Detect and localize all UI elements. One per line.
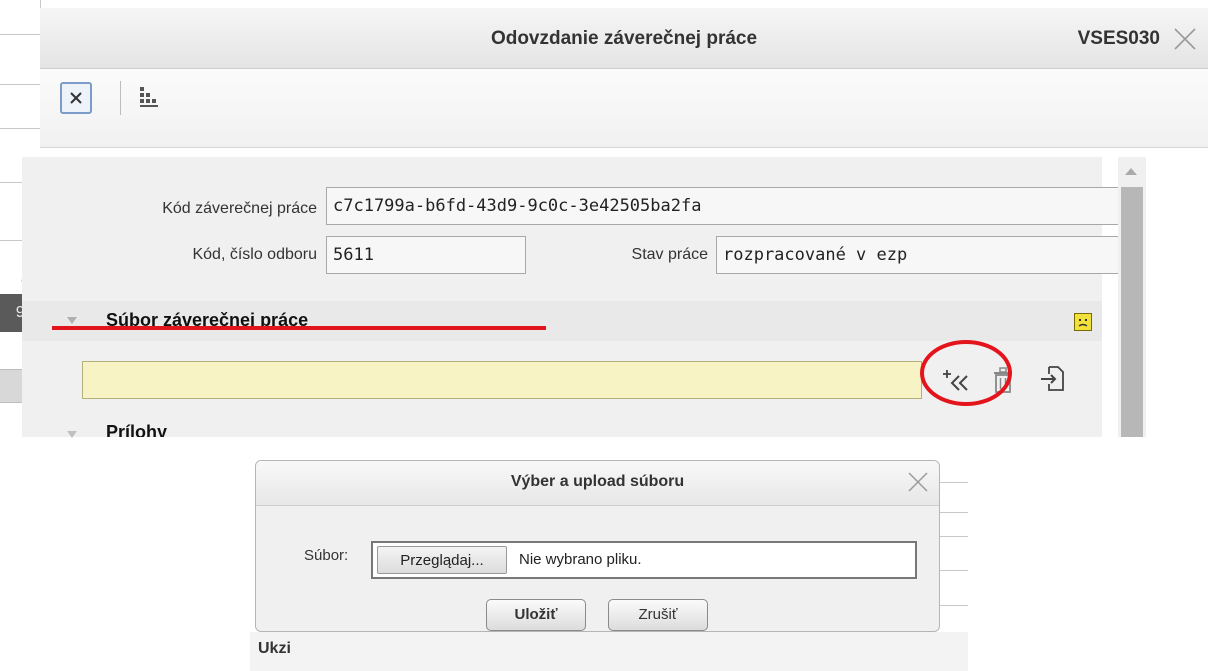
- close-x-icon: [70, 92, 82, 104]
- attachments-section-title: Prílohy: [106, 423, 168, 437]
- toolbar-separator: [120, 81, 121, 115]
- dialog-titlebar: Výber a upload súboru: [256, 461, 939, 506]
- save-button[interactable]: Uložiť: [486, 599, 586, 631]
- red-circle-annotation: [920, 340, 1012, 406]
- close-icon[interactable]: [1172, 26, 1198, 52]
- dialog-title: Výber a upload súboru: [510, 473, 685, 490]
- dept-code-field[interactable]: 5611: [326, 236, 526, 274]
- red-underline-annotation: [52, 326, 546, 330]
- status-label: Stav práce: [631, 246, 708, 263]
- cancel-button[interactable]: Zrušiť: [608, 599, 708, 631]
- window-code: VSES030: [1077, 28, 1160, 49]
- thesis-file-section-header[interactable]: Súbor záverečnej práce: [22, 301, 1102, 341]
- sad-face-icon: [1074, 313, 1092, 331]
- no-file-text: Nie wybrano pliku.: [519, 551, 642, 568]
- scrollbar[interactable]: [1118, 157, 1146, 437]
- scroll-thumb[interactable]: [1121, 187, 1143, 437]
- scroll-up-icon[interactable]: [1125, 168, 1137, 175]
- import-file-icon[interactable]: [1040, 364, 1066, 394]
- thesis-code-label: Kód záverečnej práce: [162, 200, 317, 217]
- collapse-triangle-icon[interactable]: [67, 431, 77, 438]
- dept-code-label: Kód, číslo odboru: [192, 246, 317, 263]
- background-row-bottom: Ukzi: [250, 632, 968, 671]
- collapse-triangle-icon[interactable]: [67, 317, 77, 324]
- status-field[interactable]: rozpracované v ezp: [716, 236, 1130, 274]
- window-title: Odovzdanie záverečnej práce: [490, 28, 758, 49]
- thesis-file-field[interactable]: [82, 361, 922, 399]
- toolbar: [40, 69, 1208, 148]
- hierarchy-icon[interactable]: [138, 85, 160, 109]
- file-label: Súbor:: [304, 547, 349, 564]
- close-button[interactable]: [60, 82, 92, 114]
- thesis-code-field[interactable]: c7c1799a-b6fd-43d9-9c0c-3e42505ba2fa: [326, 187, 1130, 225]
- browse-button[interactable]: Przeglądaj...: [377, 546, 507, 574]
- window-titlebar: Odovzdanie záverečnej práce VSES030: [40, 8, 1208, 69]
- close-icon[interactable]: [905, 469, 931, 495]
- background-text-bottom: Ukzi: [258, 640, 291, 657]
- upload-dialog: Výber a upload súboru Súbor: Przeglądaj.…: [255, 460, 940, 632]
- sad-face-icon-glyph: [1078, 319, 1088, 327]
- file-input[interactable]: Przeglądaj... Nie wybrano pliku.: [371, 541, 917, 579]
